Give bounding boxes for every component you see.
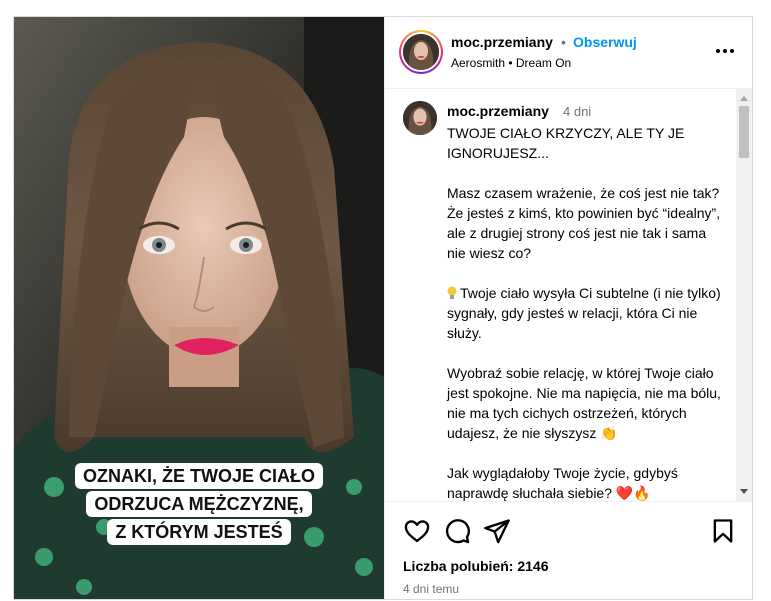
comment-time[interactable]: 4 dni <box>563 104 591 119</box>
caption-paragraph: Jak wyglądałoby Twoje życie, gdybyś napr… <box>447 465 678 501</box>
header-separator: • <box>561 34 566 50</box>
follow-button[interactable]: Obserwuj <box>573 34 637 50</box>
comments-area: moc.przemiany 4 dni TWOJE CIAŁO KRZYCZY,… <box>385 89 752 501</box>
scroll-thumb[interactable] <box>739 106 749 158</box>
likes-count[interactable]: Liczba polubień: 2146 <box>403 558 548 574</box>
comment-body: TWOJE CIAŁO KRZYCZY, ALE TY JE IGNORUJES… <box>447 123 727 501</box>
post-modal: OZNAKI, ŻE TWOJE CIAŁO ODRZUCA MĘŻCZYZNĘ… <box>13 16 753 600</box>
scroll-up-icon[interactable] <box>740 96 748 101</box>
bookmark-icon[interactable] <box>709 517 737 545</box>
heart-icon[interactable] <box>403 517 431 545</box>
caption-line-1: OZNAKI, ŻE TWOJE CIAŁO <box>75 463 323 489</box>
scroll-down-icon[interactable] <box>740 489 748 494</box>
caption-paragraph: Wyobraź sobie relację, w której Twoje ci… <box>447 365 721 441</box>
lightbulb-icon <box>447 285 457 299</box>
more-horizontal-icon[interactable] <box>713 39 737 63</box>
audio-track[interactable]: Aerosmith • Dream On <box>451 56 571 70</box>
post-video[interactable]: OZNAKI, ŻE TWOJE CIAŁO ODRZUCA MĘŻCZYZNĘ… <box>14 17 384 599</box>
post-date[interactable]: 4 dni temu <box>403 582 459 596</box>
caption-paragraph: TWOJE CIAŁO KRZYCZY, ALE TY JE IGNORUJES… <box>447 125 685 161</box>
avatar[interactable] <box>403 34 439 70</box>
share-icon[interactable] <box>483 517 511 545</box>
caption-line-3: Z KTÓRYM JESTEŚ <box>107 519 291 545</box>
comment-avatar[interactable] <box>403 101 437 135</box>
comments-scrollbar[interactable] <box>736 89 752 501</box>
caption-paragraph: Masz czasem wrażenie, że coś jest nie ta… <box>447 185 721 261</box>
post-header: moc.przemiany • Obserwuj Aerosmith • Dre… <box>385 17 752 89</box>
comment-username[interactable]: moc.przemiany <box>447 103 549 119</box>
caption-line-2: ODRZUCA MĘŻCZYZNĘ, <box>86 491 312 517</box>
post-side-panel: moc.przemiany • Obserwuj Aerosmith • Dre… <box>384 17 752 599</box>
post-actions: Liczba polubień: 2146 4 dni temu <box>385 501 752 599</box>
comment-icon[interactable] <box>443 517 471 545</box>
caption-paragraph: Twoje ciało wysyła Ci subtelne (i nie ty… <box>447 285 721 341</box>
story-ring[interactable] <box>399 30 443 74</box>
video-caption-overlay: OZNAKI, ŻE TWOJE CIAŁO ODRZUCA MĘŻCZYZNĘ… <box>14 463 384 545</box>
header-username[interactable]: moc.przemiany <box>451 34 553 50</box>
